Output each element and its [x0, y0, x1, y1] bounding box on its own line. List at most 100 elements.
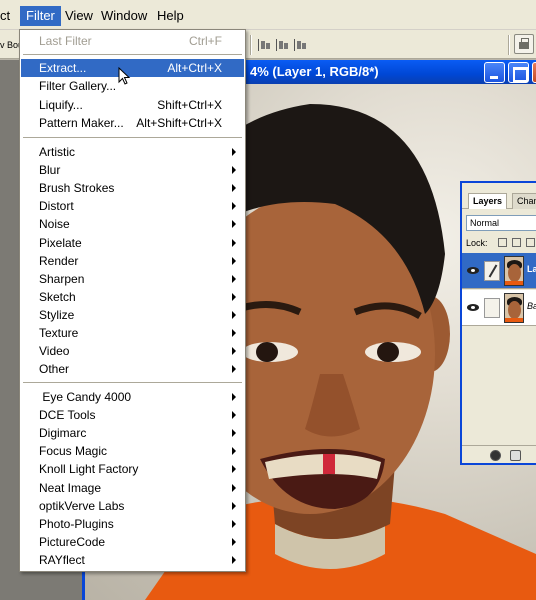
layer-style-icon[interactable]: [490, 450, 501, 461]
menu-item-texture[interactable]: Texture: [21, 324, 244, 342]
blend-mode-select[interactable]: Normal: [466, 215, 536, 231]
align-left-edges-icon[interactable]: [258, 39, 271, 51]
submenu-arrow-icon: [232, 555, 236, 564]
maximize-icon[interactable]: [508, 62, 529, 83]
submenu-arrow-icon: [232, 202, 236, 211]
submenu-arrow-icon: [232, 166, 236, 175]
layer-row[interactable]: La: [462, 253, 536, 289]
submenu-arrow-icon: [232, 220, 236, 229]
menu-item-label: Texture: [39, 326, 79, 340]
brush-icon[interactable]: [484, 261, 500, 281]
eye-icon[interactable]: [467, 267, 479, 274]
menu-item-focus-magic[interactable]: Focus Magic: [21, 442, 244, 460]
menu-window[interactable]: Window: [95, 6, 153, 26]
eye-icon[interactable]: [467, 304, 479, 311]
minimize-icon[interactable]: [484, 62, 505, 83]
close-icon[interactable]: [532, 62, 536, 83]
lock-position-icon[interactable]: [526, 238, 535, 247]
tab-layers[interactable]: Layers: [468, 193, 508, 209]
menu-item-knoll-light-factory[interactable]: Knoll Light Factory: [21, 460, 244, 478]
menu-item-sharpen[interactable]: Sharpen: [21, 270, 244, 288]
menu-item-label: Artistic: [39, 145, 75, 159]
menu-item-distort[interactable]: Distort: [21, 197, 244, 215]
link-box-icon[interactable]: [484, 298, 500, 318]
menu-bar: ct Filter View Window Help: [0, 0, 536, 30]
menu-item-stylize[interactable]: Stylize: [21, 306, 244, 324]
submenu-arrow-icon: [232, 483, 236, 492]
submenu-arrow-icon: [232, 537, 236, 546]
menu-item-label: Eye Candy 4000: [39, 390, 132, 404]
menu-item-pixelate[interactable]: Pixelate: [21, 234, 244, 252]
submenu-arrow-icon: [232, 519, 236, 528]
menu-item-dce-tools[interactable]: DCE Tools: [21, 406, 244, 424]
menu-item-label: Brush Strokes: [39, 181, 115, 196]
menu-item-shortcut: Shift+Ctrl+X: [157, 97, 222, 112]
menu-item-neat-image[interactable]: Neat Image: [21, 479, 244, 497]
options-separator: [250, 35, 252, 55]
menu-item-digimarc[interactable]: Digimarc: [21, 424, 244, 442]
menu-item-picturecode[interactable]: PictureCode: [21, 533, 244, 551]
menu-item-noise[interactable]: Noise: [21, 215, 244, 233]
menu-item-label: Focus Magic: [39, 444, 108, 459]
menu-item-artistic[interactable]: Artistic: [21, 143, 244, 161]
menu-item-pattern-maker[interactable]: Pattern Maker... Alt+Shift+Ctrl+X: [21, 114, 244, 132]
lock-pixels-icon[interactable]: [512, 238, 521, 247]
menu-separator: [23, 54, 242, 56]
menu-item-liquify[interactable]: Liquify... Shift+Ctrl+X: [21, 96, 244, 114]
submenu-arrow-icon: [232, 256, 236, 265]
pupil: [377, 342, 399, 362]
menu-item-label: Sketch: [39, 289, 76, 304]
submenu-arrow-icon: [232, 429, 236, 438]
add-mask-icon[interactable]: [510, 450, 521, 461]
menu-help[interactable]: Help: [151, 6, 190, 26]
menu-item-other[interactable]: Other: [21, 360, 244, 378]
menu-item-label: PictureCode: [39, 534, 106, 549]
layer-thumbnail: [504, 256, 524, 286]
submenu-arrow-icon: [232, 238, 236, 247]
menu-item-optikverve-labs[interactable]: optikVerve Labs: [21, 497, 244, 515]
menu-item-label: Knoll Light Factory: [39, 462, 139, 477]
mouse-cursor-icon: [118, 67, 131, 85]
menu-item-label: Sharpen: [39, 271, 85, 286]
menu-item-label: Other: [39, 362, 70, 377]
menu-item-label: Blur: [39, 163, 61, 178]
menu-item-eye-candy-4000[interactable]: Eye Candy 4000: [21, 388, 244, 406]
panel-tabs: Layers Chan: [462, 193, 536, 209]
menu-item-brush-strokes[interactable]: Brush Strokes: [21, 179, 244, 197]
menu-item-label: Distort: [39, 199, 74, 214]
menu-item-extract[interactable]: Extract... Alt+Ctrl+X: [21, 59, 244, 77]
menu-item-rayflect[interactable]: RAYflect: [21, 551, 244, 569]
menu-item-label: Pixelate: [39, 235, 82, 250]
filter-menu: Last Filter Ctrl+F Extract... Alt+Ctrl+X Fil…: [19, 29, 246, 572]
menu-item-video[interactable]: Video: [21, 342, 244, 360]
layer-name: La: [527, 264, 536, 274]
menu-item-sketch[interactable]: Sketch: [21, 288, 244, 306]
gum-gap: [323, 454, 335, 474]
layers-panel: Layers Chan Normal Lock: La Ba: [460, 181, 536, 465]
document-title: 4% (Layer 1, RGB/8*): [250, 64, 379, 79]
menu-view[interactable]: View: [59, 6, 99, 26]
file-browser-icon[interactable]: [514, 34, 534, 54]
menu-item-render[interactable]: Render: [21, 252, 244, 270]
menu-item-label: Liquify...: [39, 97, 83, 112]
lock-transparency-icon[interactable]: [498, 238, 507, 247]
menu-item-blur[interactable]: Blur: [21, 161, 244, 179]
menu-item-label: Photo-Plugins: [39, 516, 114, 531]
menu-item-label: RAYflect: [39, 552, 85, 567]
align-right-edges-icon[interactable]: [294, 39, 307, 51]
menu-filter[interactable]: Filter: [20, 6, 61, 26]
align-horizontal-centers-icon[interactable]: [276, 39, 289, 51]
submenu-arrow-icon: [232, 465, 236, 474]
menu-item-label: Last Filter: [39, 34, 92, 48]
menu-item-photo-plugins[interactable]: Photo-Plugins: [21, 515, 244, 533]
options-separator: [508, 35, 510, 55]
menu-item-filter-gallery[interactable]: Filter Gallery...: [21, 77, 244, 95]
lock-label: Lock:: [466, 238, 488, 248]
menu-separator: [23, 137, 242, 139]
submenu-arrow-icon: [232, 347, 236, 356]
submenu-arrow-icon: [232, 184, 236, 193]
document-titlebar[interactable]: 4% (Layer 1, RGB/8*): [244, 60, 536, 84]
layer-row[interactable]: Ba: [462, 290, 536, 326]
menu-edit-partial[interactable]: ct: [0, 6, 16, 26]
tab-channels[interactable]: Chan: [512, 193, 536, 209]
